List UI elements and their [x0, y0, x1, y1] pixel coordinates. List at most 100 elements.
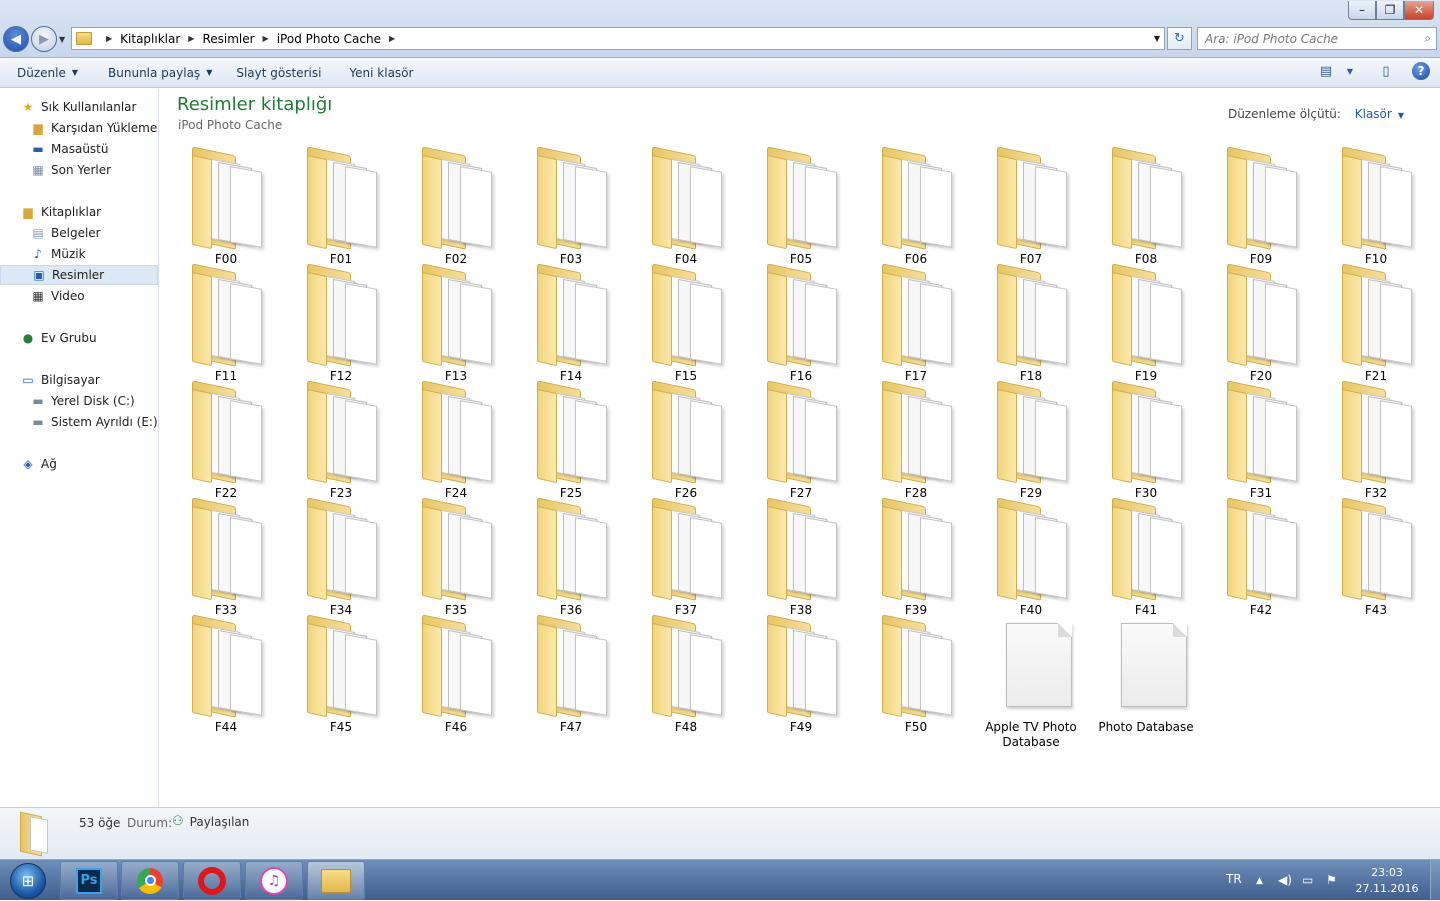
- folder-item[interactable]: F42: [1205, 496, 1317, 617]
- folder-item[interactable]: F43: [1320, 496, 1432, 617]
- refresh-button[interactable]: ↻: [1167, 27, 1192, 50]
- taskbar-chrome[interactable]: [121, 861, 179, 900]
- folder-item[interactable]: F30: [1090, 379, 1202, 500]
- taskbar-opera[interactable]: [183, 861, 241, 900]
- folder-item[interactable]: F20: [1205, 262, 1317, 383]
- folder-item[interactable]: F50: [860, 613, 972, 734]
- volume-icon[interactable]: ◀): [1278, 873, 1292, 887]
- folder-item[interactable]: F22: [170, 379, 282, 500]
- view-icon[interactable]: ▤: [1316, 61, 1336, 81]
- folder-item[interactable]: F17: [860, 262, 972, 383]
- folder-item[interactable]: F34: [285, 496, 397, 617]
- folder-item[interactable]: F21: [1320, 262, 1432, 383]
- folder-item[interactable]: F18: [975, 262, 1087, 383]
- nav-homegroup[interactable]: ● Ev Grubu: [0, 328, 158, 348]
- taskbar-explorer[interactable]: [307, 861, 365, 900]
- folder-item[interactable]: F11: [170, 262, 282, 383]
- file-item[interactable]: Photo Database: [1090, 613, 1202, 734]
- nav-downloads[interactable]: ▆ Karşıdan Yüklemeler: [0, 118, 158, 138]
- close-button[interactable]: ✕: [1404, 1, 1434, 20]
- folder-item[interactable]: F46: [400, 613, 512, 734]
- nav-local-disk[interactable]: ▬ Yerel Disk (C:): [0, 391, 158, 411]
- taskbar-photoshop[interactable]: Ps: [60, 861, 118, 900]
- slideshow-button[interactable]: Slayt gösterisi: [227, 60, 330, 86]
- folder-item[interactable]: F26: [630, 379, 742, 500]
- organize-button[interactable]: Düzenle ▼: [8, 60, 87, 86]
- folder-item[interactable]: F24: [400, 379, 512, 500]
- folder-item[interactable]: F08: [1090, 145, 1202, 266]
- folder-item[interactable]: F05: [745, 145, 857, 266]
- folder-item[interactable]: F19: [1090, 262, 1202, 383]
- folder-item[interactable]: F00: [170, 145, 282, 266]
- folder-item[interactable]: F23: [285, 379, 397, 500]
- nav-network[interactable]: ◈ Ağ: [0, 454, 158, 474]
- nav-computer[interactable]: ▭ Bilgisayar: [0, 370, 158, 390]
- folder-item[interactable]: F49: [745, 613, 857, 734]
- view-dropdown[interactable]: ▼: [1346, 61, 1354, 81]
- folder-item[interactable]: F36: [515, 496, 627, 617]
- action-center-flag-icon[interactable]: ⚑: [1326, 873, 1337, 887]
- folder-item[interactable]: F33: [170, 496, 282, 617]
- new-folder-button[interactable]: Yeni klasör: [340, 60, 422, 86]
- preview-pane-icon[interactable]: ▯: [1376, 61, 1396, 81]
- folder-item[interactable]: F39: [860, 496, 972, 617]
- show-desktop-button[interactable]: [1430, 860, 1440, 901]
- language-indicator[interactable]: TR: [1226, 872, 1242, 886]
- nav-video[interactable]: ▦ Video: [0, 286, 158, 306]
- network-tray-icon[interactable]: ▭: [1302, 873, 1313, 887]
- folder-item[interactable]: F10: [1320, 145, 1432, 266]
- recent-pages-dropdown[interactable]: ▼: [59, 35, 65, 44]
- taskbar-itunes[interactable]: ♫: [245, 861, 303, 900]
- folder-item[interactable]: F07: [975, 145, 1087, 266]
- folder-item[interactable]: F41: [1090, 496, 1202, 617]
- forward-button[interactable]: ▶: [31, 26, 57, 52]
- start-button[interactable]: ⊞: [2, 862, 54, 900]
- folder-item[interactable]: F12: [285, 262, 397, 383]
- share-button[interactable]: Bununla paylaş ▼: [99, 60, 221, 86]
- nav-system-reserved[interactable]: ▬ Sistem Ayrıldı (E:): [0, 412, 158, 432]
- breadcrumb-pictures[interactable]: Resimler: [202, 32, 254, 46]
- folder-item[interactable]: F03: [515, 145, 627, 266]
- chevron-down-icon[interactable]: ▼: [1398, 111, 1404, 120]
- folder-item[interactable]: F25: [515, 379, 627, 500]
- nav-pictures[interactable]: ▣ Resimler: [0, 265, 158, 285]
- nav-desktop[interactable]: ▬ Masaüstü: [0, 139, 158, 159]
- folder-item[interactable]: F37: [630, 496, 742, 617]
- nav-favorites[interactable]: ★ Sık Kullanılanlar: [0, 97, 158, 117]
- folder-item[interactable]: F29: [975, 379, 1087, 500]
- folder-item[interactable]: F06: [860, 145, 972, 266]
- folder-item[interactable]: F28: [860, 379, 972, 500]
- folder-item[interactable]: F01: [285, 145, 397, 266]
- chevron-right-icon[interactable]: ▶: [263, 34, 269, 43]
- folder-item[interactable]: F16: [745, 262, 857, 383]
- address-history-dropdown[interactable]: ▼: [1154, 34, 1160, 43]
- folder-item[interactable]: F04: [630, 145, 742, 266]
- folder-item[interactable]: F27: [745, 379, 857, 500]
- folder-item[interactable]: F47: [515, 613, 627, 734]
- folder-item[interactable]: F02: [400, 145, 512, 266]
- help-icon[interactable]: ?: [1412, 62, 1430, 80]
- folder-item[interactable]: F13: [400, 262, 512, 383]
- minimize-button[interactable]: –: [1348, 1, 1376, 20]
- nav-documents[interactable]: ▤ Belgeler: [0, 223, 158, 243]
- search-icon[interactable]: ⌕: [1424, 31, 1431, 46]
- file-item[interactable]: Apple TV Photo Database: [975, 613, 1087, 749]
- maximize-button[interactable]: ❐: [1376, 1, 1404, 20]
- folder-item[interactable]: F32: [1320, 379, 1432, 500]
- nav-libraries[interactable]: ▆ Kitaplıklar: [0, 202, 158, 222]
- folder-item[interactable]: F14: [515, 262, 627, 383]
- folder-item[interactable]: F48: [630, 613, 742, 734]
- breadcrumb-libraries[interactable]: Kitaplıklar: [120, 32, 180, 46]
- search-input[interactable]: Ara: iPod Photo Cache ⌕: [1197, 27, 1437, 50]
- folder-item[interactable]: F44: [170, 613, 282, 734]
- folder-item[interactable]: F15: [630, 262, 742, 383]
- folder-item[interactable]: F40: [975, 496, 1087, 617]
- breadcrumb-ipod-photo-cache[interactable]: iPod Photo Cache: [277, 32, 381, 46]
- folder-item[interactable]: F45: [285, 613, 397, 734]
- chevron-right-icon[interactable]: ▶: [389, 34, 395, 43]
- nav-recent[interactable]: ▦ Son Yerler: [0, 160, 158, 180]
- chevron-right-icon[interactable]: ▶: [188, 34, 194, 43]
- show-hidden-icons[interactable]: ▲: [1256, 876, 1263, 886]
- folder-item[interactable]: F09: [1205, 145, 1317, 266]
- back-button[interactable]: ◀: [3, 26, 29, 52]
